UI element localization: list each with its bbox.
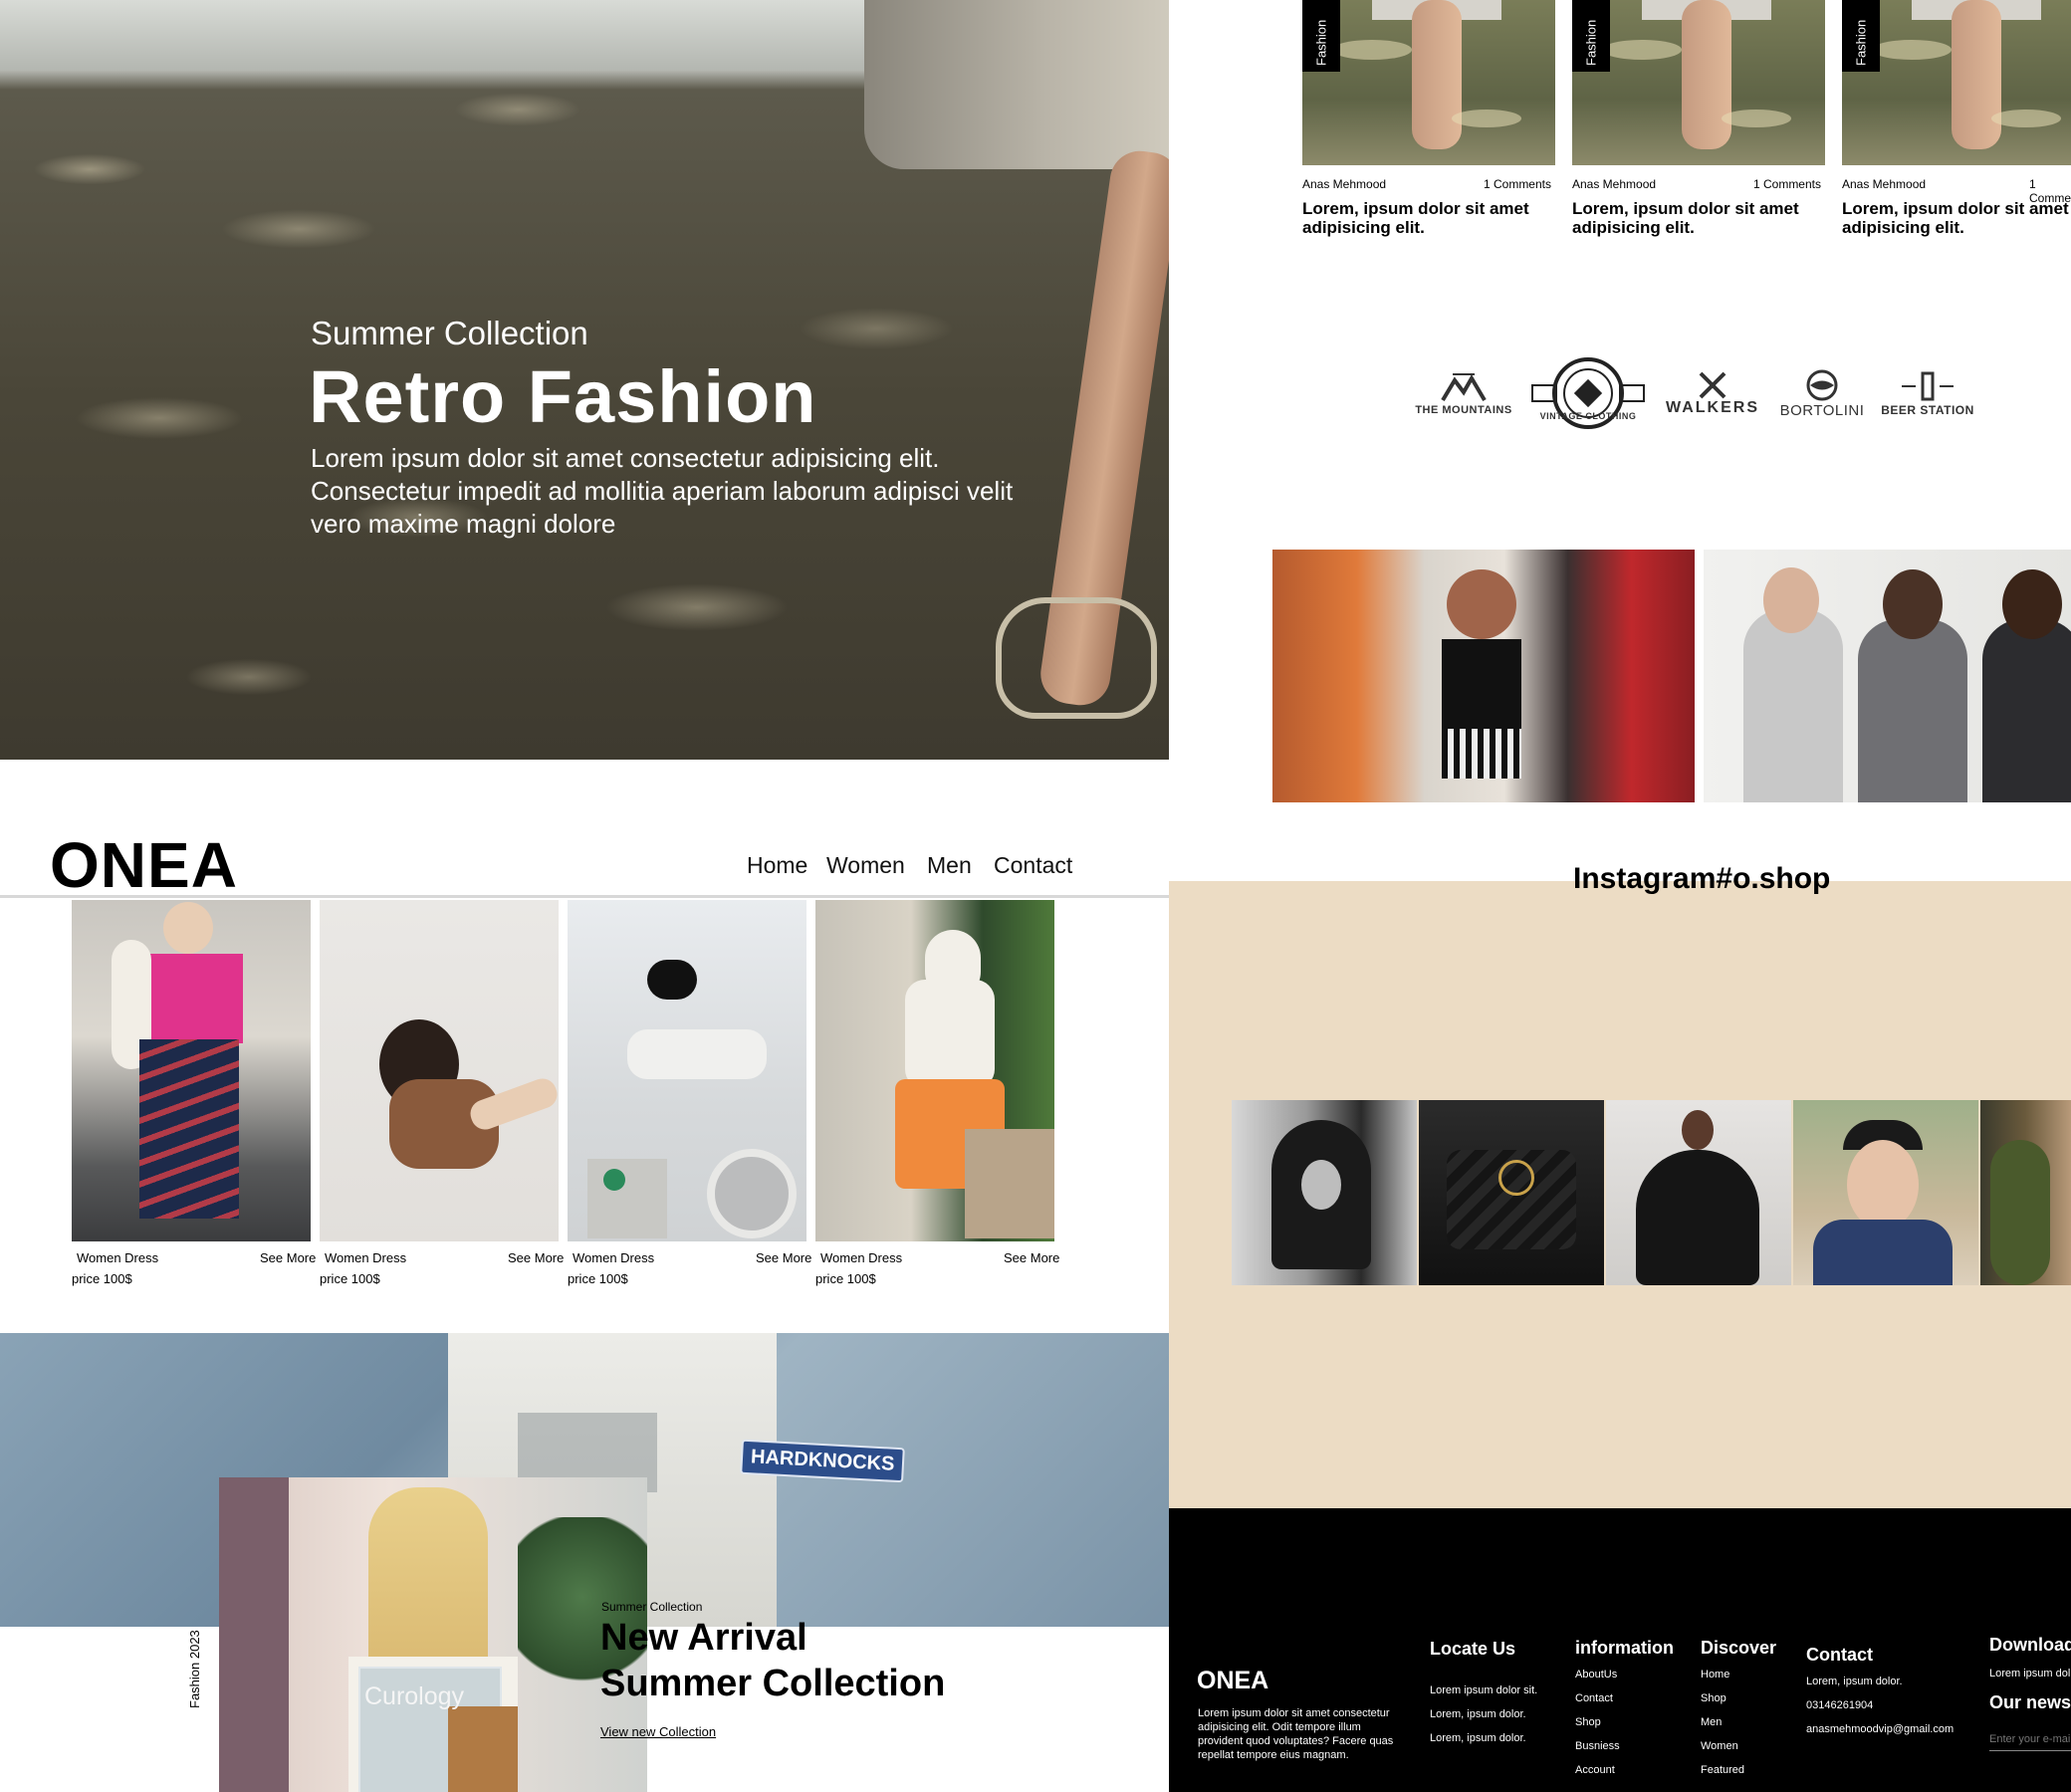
product-name: Women Dress: [77, 1250, 159, 1265]
instagram-photo[interactable]: [1606, 1100, 1791, 1285]
footer-download-title: Download: [1989, 1635, 2071, 1655]
vintage-clothing-logo-text: VINTAGE CLOTHING: [1539, 411, 1637, 421]
product-see-more[interactable]: See More: [508, 1250, 564, 1265]
product-image[interactable]: [568, 900, 806, 1241]
nav-men[interactable]: Men: [927, 852, 972, 879]
footer-link-busniess[interactable]: Busniess: [1575, 1740, 1620, 1752]
product-image[interactable]: [72, 900, 311, 1241]
footer-link-account[interactable]: Account: [1575, 1764, 1615, 1776]
product-name: Women Dress: [820, 1250, 903, 1265]
footer-link-contact[interactable]: Contact: [1575, 1692, 1613, 1704]
product-image[interactable]: [815, 900, 1054, 1241]
gallery-photo-friends: [1704, 550, 2071, 802]
view-collection-link[interactable]: View new Collection: [600, 1724, 716, 1739]
arrival-photo: [219, 1477, 647, 1792]
footer-newsletter-title: Our newsl: [1989, 1692, 2071, 1712]
arrival-title: New Arrival Summer Collection: [600, 1615, 945, 1706]
hero-sandal-image: [996, 597, 1157, 719]
bortolini-logo-icon: BORTOLINI: [1772, 353, 1872, 433]
footer-link-home[interactable]: Home: [1701, 1669, 1729, 1680]
newsletter-email-input[interactable]: [1989, 1728, 2071, 1751]
walkers-logo-icon: WALKERS: [1663, 353, 1762, 433]
product-image[interactable]: [320, 900, 559, 1241]
nav-divider: [0, 895, 1169, 898]
bortolini-logo-text: BORTOLINI: [1779, 401, 1865, 419]
beer-station-logo-text: BEER STATION: [1881, 403, 1974, 417]
hero-title: Retro Fashion: [309, 355, 817, 438]
blog-card-tag: Fashion: [1572, 0, 1610, 72]
footer-discover-title: Discover: [1701, 1638, 1777, 1658]
footer-link-featured[interactable]: Featured: [1701, 1764, 1744, 1776]
hero-skirt-image: [864, 0, 1169, 169]
footer-contact-email[interactable]: anasmehmoodvip@gmail.com: [1806, 1723, 1954, 1735]
blog-card-comments[interactable]: 1 Comments: [1753, 177, 1821, 191]
blog-card[interactable]: Fashion Anas Mehmood 1 Comments Lorem, i…: [1302, 0, 1555, 249]
walkers-logo-text: WALKERS: [1666, 399, 1759, 416]
nav-contact[interactable]: Contact: [994, 852, 1072, 879]
blog-card-author: Anas Mehmood: [1842, 177, 1927, 191]
product-price: price 100$: [815, 1271, 876, 1286]
footer-link-men[interactable]: Men: [1701, 1716, 1722, 1728]
footer-link-shop[interactable]: Shop: [1575, 1716, 1601, 1728]
instagram-photo[interactable]: [1419, 1100, 1604, 1285]
footer-locate-title: Locate Us: [1430, 1639, 1516, 1659]
instagram-title: Instagram#o.shop: [1573, 862, 1831, 895]
footer-link-shop[interactable]: Shop: [1701, 1692, 1726, 1704]
footer-locate-item: Lorem, ipsum dolor.: [1430, 1732, 1526, 1744]
arrival-title-line1: New Arrival: [600, 1617, 807, 1659]
hero-kicker: Summer Collection: [311, 315, 588, 351]
blog-card-image: [1302, 0, 1555, 165]
mountains-logo-text: THE MOUNTAINS: [1415, 404, 1512, 416]
nav-women[interactable]: Women: [826, 852, 905, 879]
brand-logo[interactable]: ONEA: [50, 828, 238, 902]
footer-brand[interactable]: ONEA: [1197, 1667, 1268, 1695]
blog-card-author: Anas Mehmood: [1572, 177, 1657, 191]
hero-wall: [0, 0, 876, 70]
arrival-side-label: Fashion 2023: [187, 1630, 202, 1708]
footer-contact-title: Contact: [1806, 1645, 1873, 1665]
arrival-title-line2: Summer Collection: [600, 1663, 946, 1704]
product-price: price 100$: [568, 1271, 628, 1286]
blog-card-author: Anas Mehmood: [1302, 177, 1387, 191]
footer-about: Lorem ipsum dolor sit amet consectetur a…: [1198, 1707, 1394, 1761]
footer-contact-item: Lorem, ipsum dolor.: [1806, 1676, 1903, 1687]
product-see-more[interactable]: See More: [756, 1250, 811, 1265]
blog-card-title[interactable]: Lorem, ipsum dolor sit amet adipisicing …: [1572, 199, 1825, 237]
blog-card[interactable]: Fashion Anas Mehmood 1 Comme Lorem, ipsu…: [1842, 0, 2071, 249]
beer-station-logo-icon: BEER STATION: [1878, 353, 1977, 433]
arrival-kicker: Summer Collection: [601, 1600, 703, 1614]
footer-information-title: information: [1575, 1638, 1674, 1658]
footer-contact-phone: 03146261904: [1806, 1699, 1874, 1711]
product-price: price 100$: [72, 1271, 132, 1286]
product-name: Women Dress: [573, 1250, 655, 1265]
footer-locate-item: Lorem, ipsum dolor.: [1430, 1708, 1526, 1720]
arrival-photo-text: Curology: [364, 1682, 465, 1710]
product-see-more[interactable]: See More: [1004, 1250, 1059, 1265]
blog-card-tag: Fashion: [1302, 0, 1340, 72]
nav-home[interactable]: Home: [747, 852, 807, 879]
instagram-photo[interactable]: [1793, 1100, 1978, 1285]
product-name: Women Dress: [325, 1250, 407, 1265]
blog-card-tag: Fashion: [1842, 0, 1880, 72]
footer-locate-item: Lorem ipsum dolor sit.: [1430, 1684, 1538, 1696]
product-see-more[interactable]: See More: [260, 1250, 316, 1265]
blog-card-title[interactable]: Lorem, ipsum dolor sit amet adipisicing …: [1842, 199, 2071, 237]
mountains-logo-icon: THE MOUNTAINS: [1414, 353, 1513, 433]
footer-link-aboutus[interactable]: AboutUs: [1575, 1669, 1617, 1680]
footer-link-women[interactable]: Women: [1701, 1740, 1738, 1752]
vintage-clothing-logo-icon: VINTAGE CLOTHING: [1528, 353, 1648, 433]
product-price: price 100$: [320, 1271, 380, 1286]
blog-card[interactable]: Fashion Anas Mehmood 1 Comments Lorem, i…: [1572, 0, 1825, 249]
hero-description: Lorem ipsum dolor sit amet consectetur a…: [311, 443, 1014, 539]
instagram-photo[interactable]: [1232, 1100, 1417, 1285]
blog-card-title[interactable]: Lorem, ipsum dolor sit amet adipisicing …: [1302, 199, 1555, 237]
blog-card-image: [1572, 0, 1825, 165]
blog-card-comments[interactable]: 1 Comments: [1484, 177, 1551, 191]
instagram-photo[interactable]: [1980, 1100, 2071, 1285]
gallery-photo-street: [1272, 550, 1695, 802]
footer-download-text: Lorem ipsum dol: [1989, 1668, 2071, 1680]
